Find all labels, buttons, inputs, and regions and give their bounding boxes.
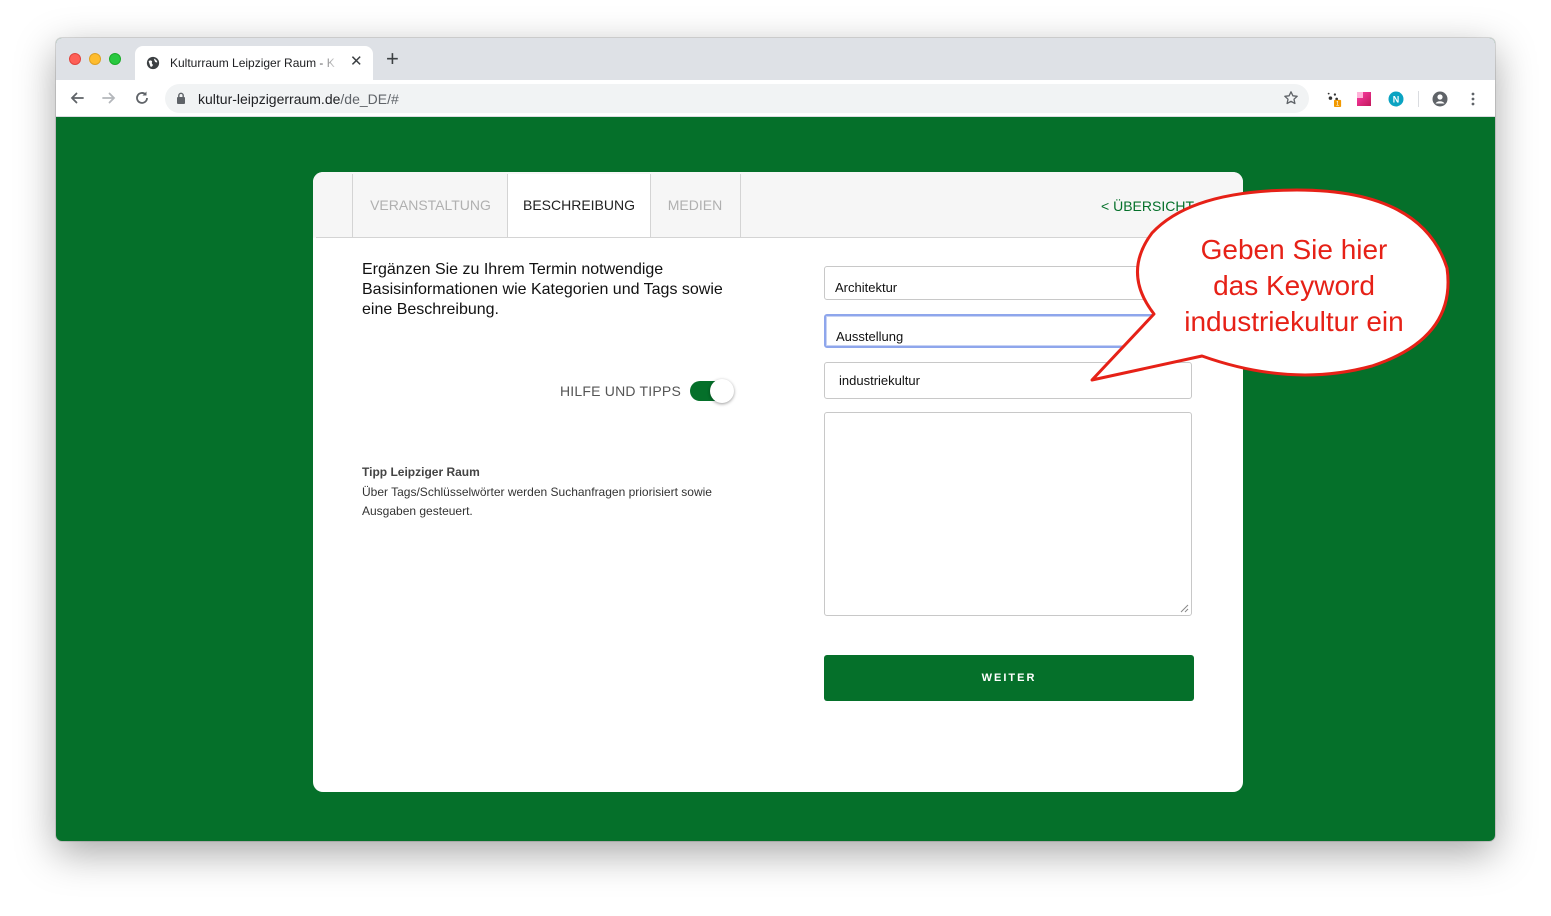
help-tips-label: HILFE UND TIPPS bbox=[560, 383, 681, 399]
next-button[interactable]: WEITER bbox=[824, 655, 1194, 701]
lock-icon bbox=[177, 92, 185, 104]
close-window-button[interactable] bbox=[69, 53, 81, 65]
tab-medien[interactable]: MEDIEN bbox=[650, 174, 741, 237]
toolbar-divider bbox=[1418, 91, 1419, 107]
callout-line-1: Geben Sie hier bbox=[1200, 234, 1388, 265]
bookmark-star-icon[interactable] bbox=[1283, 90, 1299, 106]
browser-window: Kulturraum Leipziger Raum - K ✕ + kultur… bbox=[56, 38, 1495, 841]
description-textarea[interactable] bbox=[824, 412, 1192, 616]
callout-line-2: das Keyword bbox=[1213, 270, 1375, 301]
zoom-window-button[interactable] bbox=[109, 53, 121, 65]
n-extension-letter: N bbox=[1393, 95, 1400, 105]
intro-text: Ergänzen Sie zu Ihrem Termin notwendige … bbox=[362, 261, 723, 318]
back-arrow-icon[interactable] bbox=[68, 89, 86, 107]
forward-arrow-icon[interactable] bbox=[100, 89, 118, 107]
url-domain: kultur-leipzigerraum.de bbox=[198, 91, 341, 107]
tip-title: Tipp Leipziger Raum bbox=[362, 465, 480, 479]
toggle-knob bbox=[710, 379, 734, 403]
reload-icon[interactable] bbox=[133, 89, 151, 107]
network-extension-icon[interactable]: 1 bbox=[1326, 91, 1342, 107]
browser-menu-icon[interactable] bbox=[1465, 91, 1481, 107]
tabs-divider bbox=[316, 237, 1194, 238]
new-tab-button[interactable]: + bbox=[386, 48, 399, 70]
url-text: kultur-leipzigerraum.de/de_DE/# bbox=[198, 91, 399, 107]
help-tips-toggle[interactable] bbox=[690, 379, 734, 403]
tab-title: Kulturraum Leipziger Raum - K bbox=[170, 56, 335, 70]
minimize-window-button[interactable] bbox=[89, 53, 101, 65]
callout-line-3: industriekultur ein bbox=[1184, 306, 1404, 337]
tab-veranstaltung[interactable]: VERANSTALTUNG bbox=[352, 174, 508, 237]
address-bar[interactable]: kultur-leipzigerraum.de/de_DE/# bbox=[165, 84, 1309, 113]
tab-strip: Kulturraum Leipziger Raum - K ✕ + bbox=[56, 38, 1495, 80]
n-extension-icon[interactable]: N bbox=[1388, 91, 1404, 107]
gradient-extension-icon[interactable] bbox=[1356, 91, 1372, 107]
tab-beschreibung[interactable]: BESCHREIBUNG bbox=[507, 174, 651, 238]
resize-grip-icon[interactable] bbox=[1180, 604, 1189, 613]
url-path: /de_DE/# bbox=[340, 91, 399, 107]
extension-badge: 1 bbox=[1336, 101, 1340, 107]
tip-text: Über Tags/Schlüsselwörter werden Suchanf… bbox=[362, 485, 712, 518]
profile-avatar-icon[interactable] bbox=[1432, 91, 1448, 107]
globe-icon bbox=[146, 56, 160, 70]
close-tab-icon[interactable]: ✕ bbox=[350, 54, 363, 70]
browser-tab[interactable]: Kulturraum Leipziger Raum - K ✕ bbox=[135, 46, 373, 80]
callout-text: Geben Sie hier das Keyword industriekult… bbox=[1160, 232, 1428, 340]
browser-toolbar: kultur-leipzigerraum.de/de_DE/# 1 N bbox=[56, 80, 1495, 117]
